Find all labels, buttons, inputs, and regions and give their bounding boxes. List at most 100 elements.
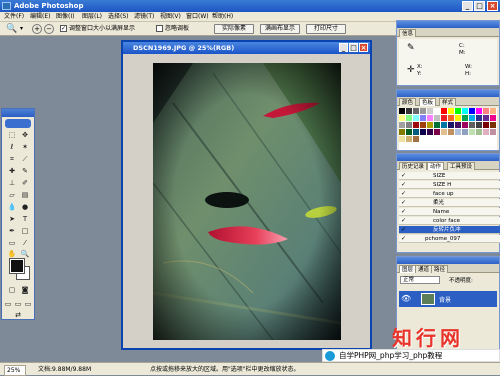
menu-help[interactable]: 帮助(H) [212,13,233,21]
foreground-color-swatch[interactable] [10,259,24,273]
color-swatch[interactable] [462,115,468,121]
color-swatch[interactable] [441,122,447,128]
color-swatch[interactable] [427,129,433,135]
pen-tool-icon[interactable]: ✒ [6,226,18,237]
color-swatch[interactable] [399,115,405,121]
color-swatch[interactable] [420,129,426,135]
path-selection-tool-icon[interactable]: ➤ [6,214,18,225]
fit-on-screen-button[interactable]: 满画布显示 [260,24,300,34]
menu-view[interactable]: 视图(V) [160,13,181,21]
color-swatch[interactable] [434,108,440,114]
lasso-tool-icon[interactable]: ℓ [6,142,18,153]
color-swatch[interactable] [406,122,412,128]
move-tool-icon[interactable]: ✥ [19,130,31,141]
doc-close-button[interactable]: × [359,43,368,52]
tab-swatches[interactable]: 色板 [419,98,437,106]
color-swatch[interactable] [483,129,489,135]
color-swatch[interactable] [455,122,461,128]
color-swatch[interactable] [406,115,412,121]
menu-edit[interactable]: 编辑(E) [30,13,50,21]
check-icon[interactable]: ✓ [401,235,406,242]
check-icon[interactable]: ✓ [401,199,406,206]
screen-mode-menubar-icon[interactable]: ▭ [13,299,23,310]
jump-to-imageready-icon[interactable]: ⇄ [12,310,24,321]
zoom-level[interactable]: 25% [4,365,26,376]
close-button[interactable]: × [487,1,498,11]
photoshop-feather-icon[interactable] [5,119,31,128]
maximize-button[interactable]: □ [474,1,485,11]
color-swatch[interactable] [448,115,454,121]
color-swatch[interactable] [427,108,433,114]
color-swatch[interactable] [490,115,496,121]
color-swatch[interactable] [483,115,489,121]
color-swatch[interactable] [462,108,468,114]
check-icon[interactable]: ✓ [401,181,406,188]
color-swatch[interactable] [399,108,405,114]
color-swatch[interactable] [490,122,496,128]
color-swatch[interactable] [413,115,419,121]
eyedropper-tool-icon[interactable]: ⁄ [19,238,31,249]
tab-history[interactable]: 历史记录 [399,162,428,170]
doc-minimize-button[interactable]: _ [339,43,348,52]
menu-filter[interactable]: 滤镜(T) [134,13,154,21]
document-canvas-photo[interactable] [153,63,341,340]
color-swatch[interactable] [462,122,468,128]
color-swatch[interactable] [476,129,482,135]
check-icon[interactable]: ✓ [401,226,406,233]
color-swatch[interactable] [448,122,454,128]
magic-wand-tool-icon[interactable]: ✶ [19,142,31,153]
check-icon[interactable]: ✓ [401,217,406,224]
quick-mask-icon[interactable]: ◙ [19,285,31,296]
zoom-tool-icon[interactable]: 🔍 [6,24,17,34]
tab-info[interactable]: 信息 [399,29,417,37]
tab-layers[interactable]: 图层 [399,265,417,273]
color-swatch[interactable] [455,129,461,135]
menu-select[interactable]: 选择(S) [108,13,129,21]
color-swatch[interactable] [476,115,482,121]
color-swatch[interactable] [469,129,475,135]
color-swatch[interactable] [399,129,405,135]
history-brush-tool-icon[interactable]: ✐ [19,178,31,189]
color-swatch[interactable] [434,129,440,135]
layer-row-background[interactable]: 👁 背景 [399,291,497,307]
color-swatch[interactable] [455,108,461,114]
color-swatch[interactable] [441,115,447,121]
color-swatch[interactable] [490,129,496,135]
color-swatch[interactable] [441,129,447,135]
slice-tool-icon[interactable]: ⟋ [19,154,31,165]
color-swatch[interactable] [406,129,412,135]
shape-tool-icon[interactable]: □ [19,226,31,237]
color-swatch[interactable] [476,108,482,114]
color-swatch[interactable] [427,122,433,128]
color-swatch[interactable] [420,115,426,121]
marquee-tool-icon[interactable]: ⬚ [6,130,18,141]
color-swatch[interactable] [455,115,461,121]
color-swatch[interactable] [469,108,475,114]
healing-brush-tool-icon[interactable]: ✚ [6,166,18,177]
gradient-tool-icon[interactable]: ▤ [19,190,31,201]
tab-color[interactable]: 颜色 [399,98,417,106]
eraser-tool-icon[interactable]: ▱ [6,190,18,201]
color-swatch[interactable] [413,136,419,142]
tab-actions[interactable]: 动作 [427,162,445,170]
color-swatch[interactable] [434,122,440,128]
dodge-tool-icon[interactable]: ● [19,202,31,213]
color-swatch[interactable] [427,115,433,121]
minimize-button[interactable]: _ [462,1,473,11]
menu-layer[interactable]: 图层(L) [82,13,102,21]
color-swatch[interactable] [448,108,454,114]
color-swatch[interactable] [413,122,419,128]
color-swatch[interactable] [399,122,405,128]
tab-paths[interactable]: 路径 [431,265,449,273]
check-icon[interactable]: ✓ [401,172,406,179]
color-swatch[interactable] [483,122,489,128]
color-swatch[interactable] [462,129,468,135]
color-swatch[interactable] [441,108,447,114]
color-swatch[interactable] [490,108,496,114]
brush-tool-icon[interactable]: ✎ [19,166,31,177]
color-swatch[interactable] [399,136,405,142]
color-swatch[interactable] [406,136,412,142]
zoom-out-icon[interactable]: − [44,24,54,34]
screen-mode-standard-icon[interactable]: ▭ [3,299,13,310]
color-swatch[interactable] [448,129,454,135]
